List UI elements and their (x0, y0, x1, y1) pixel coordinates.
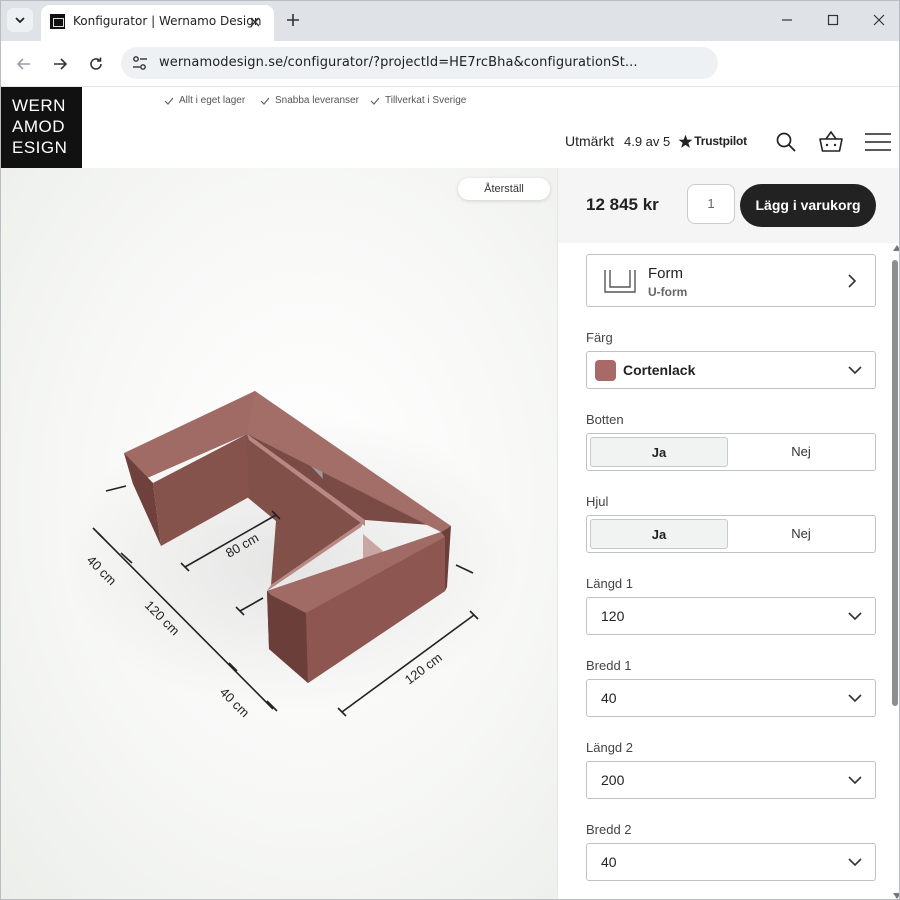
3d-viewer[interactable]: Återställ 40 cm 120 cm 40 cm 80 cm 120 c… (1, 168, 557, 899)
chevron-down-icon (15, 17, 25, 24)
search-button[interactable] (771, 127, 801, 157)
chevron-down-icon (848, 776, 862, 785)
trustpilot-text: Trustpilot (694, 134, 747, 148)
arrow-left-icon (16, 58, 30, 70)
color-value: Cortenlack (623, 362, 696, 378)
close-icon (250, 17, 260, 27)
usp-item: Tillverkat i Sverige (370, 95, 466, 106)
search-icon (776, 132, 796, 152)
bottom-label: Botten (586, 412, 624, 427)
quantity-input[interactable]: 1 (687, 184, 735, 224)
cart-button[interactable] (816, 127, 846, 157)
length1-value: 120 (601, 608, 625, 624)
new-tab-button[interactable] (282, 9, 304, 31)
chevron-down-icon (848, 858, 862, 867)
reload-button[interactable] (84, 52, 108, 76)
bottom-toggle: Ja Nej (586, 433, 876, 471)
width2-value: 40 (601, 854, 617, 870)
width2-select[interactable]: 40 (586, 843, 876, 881)
tab-strip: Konfigurator | Wernamo Design (1, 1, 899, 41)
purchase-bar: 12 845 kr 1 Lägg i varukorg (558, 168, 899, 243)
check-icon (164, 97, 174, 105)
form-title: Form (648, 265, 683, 282)
usp-item: Snabba leveranser (260, 95, 359, 106)
length2-select[interactable]: 200 (586, 761, 876, 799)
chevron-down-icon (848, 366, 862, 375)
width1-value: 40 (601, 690, 617, 706)
browser-toolbar: wernamodesign.se/configurator/?projectId… (1, 41, 899, 87)
forward-button[interactable] (48, 52, 72, 76)
site-favicon-icon (50, 14, 65, 29)
configurator-panel: 12 845 kr 1 Lägg i varukorg Form U-form … (557, 168, 899, 899)
logo-line-3: ESIGN (12, 138, 68, 157)
price: 12 845 kr (586, 195, 659, 214)
length2-value: 200 (601, 772, 625, 788)
tab-title: Konfigurator | Wernamo Design (73, 14, 262, 28)
form-value: U-form (648, 285, 688, 299)
bottom-yes-option[interactable]: Ja (590, 437, 728, 467)
plus-icon (287, 14, 299, 26)
maximize-button[interactable] (818, 7, 848, 33)
scroll-down-icon (893, 893, 899, 899)
chevron-down-icon (848, 612, 862, 621)
address-bar[interactable]: wernamodesign.se/configurator/?projectId… (121, 47, 718, 79)
width2-label: Bredd 2 (586, 822, 632, 837)
close-window-button[interactable] (864, 7, 894, 33)
length2-label: Längd 2 (586, 740, 633, 755)
minimize-icon (782, 19, 792, 21)
browser-window: Konfigurator | Wernamo Design wernamodes… (0, 0, 900, 900)
trust-label: Utmärkt (565, 133, 614, 149)
wheels-toggle: Ja Nej (586, 515, 876, 553)
trust-rating: 4.9 av 5 (624, 133, 671, 149)
close-tab-button[interactable] (246, 13, 264, 31)
star-icon (678, 134, 693, 148)
usp-text: Allt i eget lager (179, 95, 246, 106)
scrollbar-thumb[interactable] (892, 260, 898, 706)
basket-icon (819, 130, 843, 152)
back-button[interactable] (12, 52, 36, 76)
trustpilot-widget[interactable]: Utmärkt 4.9 av 5 Trustpilot (565, 133, 747, 149)
u-shape-icon (604, 270, 636, 293)
color-swatch (595, 360, 616, 381)
width1-label: Bredd 1 (586, 658, 632, 673)
hamburger-icon (865, 133, 891, 151)
planter-3d-model: 40 cm 120 cm 40 cm 80 cm 120 cm (61, 391, 521, 720)
wheels-no-option[interactable]: Nej (732, 519, 870, 549)
chevron-down-icon (848, 694, 862, 703)
arrow-right-icon (54, 58, 68, 70)
site-settings-icon[interactable] (131, 54, 149, 72)
width1-select[interactable]: 40 (586, 679, 876, 717)
tab-search-button[interactable] (7, 8, 33, 32)
length1-label: Längd 1 (586, 576, 633, 591)
wernamo-logo[interactable]: WERN AMOD ESIGN (1, 87, 82, 168)
color-label: Färg (586, 330, 613, 345)
menu-button[interactable] (863, 127, 893, 157)
usp-text: Snabba leveranser (275, 95, 359, 106)
check-icon (260, 97, 270, 105)
check-icon (370, 97, 380, 105)
active-tab[interactable]: Konfigurator | Wernamo Design (41, 5, 274, 41)
form-selector[interactable]: Form U-form (586, 254, 876, 307)
trustpilot-brand: Trustpilot (678, 134, 747, 149)
scroll-up-icon (893, 245, 899, 251)
color-select[interactable]: Cortenlack (586, 351, 876, 389)
usp-item: Allt i eget lager (164, 95, 245, 106)
logo-line-2: AMOD (12, 117, 65, 136)
wheels-yes-option[interactable]: Ja (590, 519, 728, 549)
bottom-no-option[interactable]: Nej (732, 437, 870, 467)
logo-line-1: WERN (12, 96, 66, 115)
close-icon (873, 14, 885, 26)
maximize-icon (827, 14, 839, 26)
usp-text: Tillverkat i Sverige (385, 95, 467, 106)
length1-select[interactable]: 120 (586, 597, 876, 635)
url-text: wernamodesign.se/configurator/?projectId… (159, 55, 638, 70)
reload-icon (90, 57, 102, 70)
chevron-right-icon (848, 274, 857, 288)
add-to-cart-button[interactable]: Lägg i varukorg (740, 184, 876, 227)
minimize-button[interactable] (772, 7, 802, 33)
wheels-label: Hjul (586, 494, 609, 509)
